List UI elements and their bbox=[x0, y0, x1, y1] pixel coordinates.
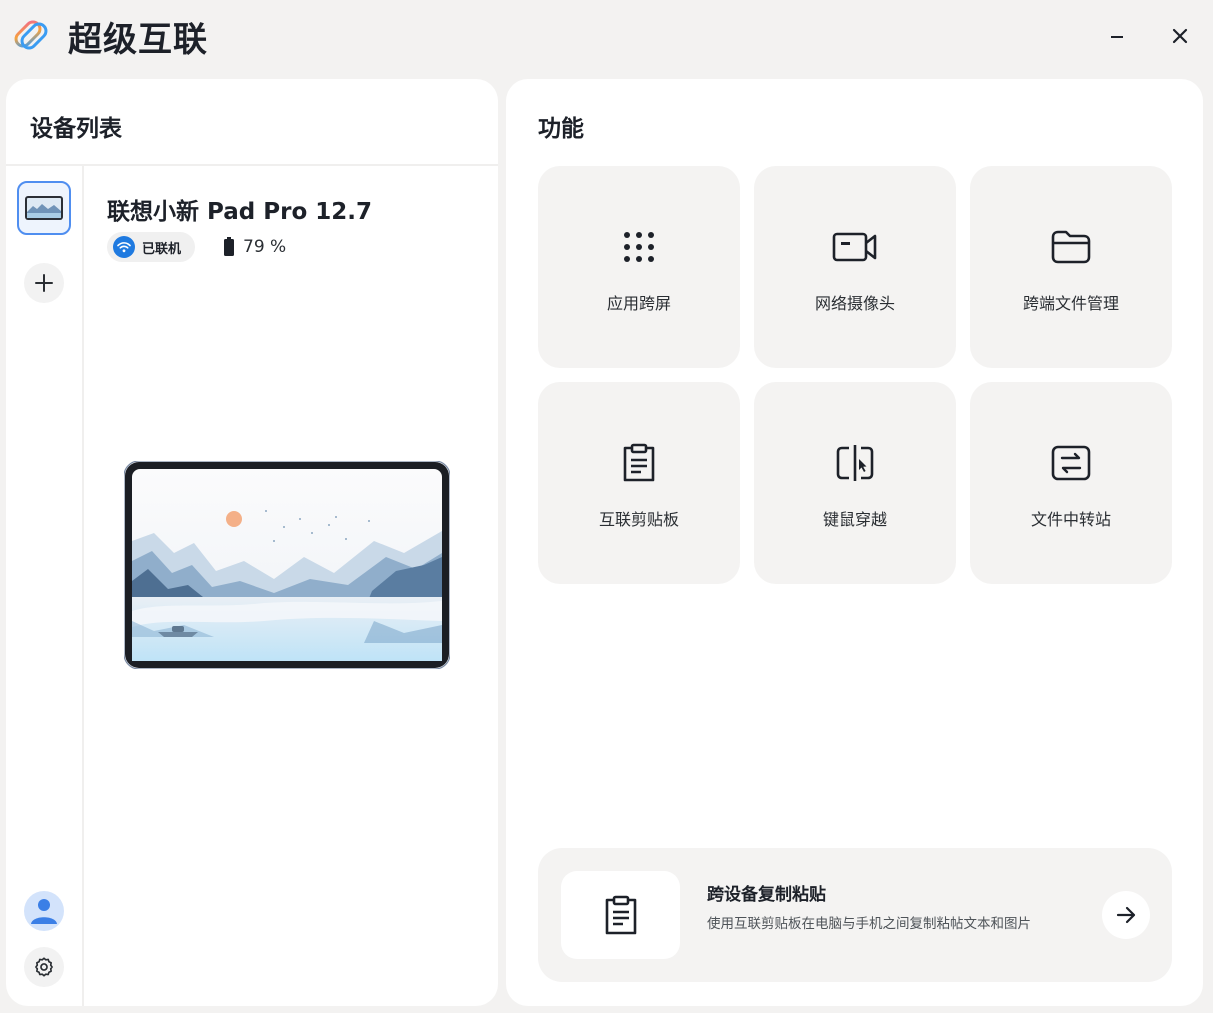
cross-device-copy-paste-card[interactable]: 跨设备复制粘贴 使用互联剪贴板在电脑与手机之间复制粘帖文本和图片 bbox=[538, 848, 1172, 982]
arrow-right-icon bbox=[1116, 906, 1136, 924]
folder-icon bbox=[1051, 230, 1091, 264]
divider bbox=[6, 164, 498, 166]
feature-label: 文件中转站 bbox=[1030, 510, 1111, 529]
device-list-title: 设备列表 bbox=[30, 116, 122, 142]
feature-cross-file-manager[interactable]: 跨端文件管理 bbox=[970, 166, 1172, 368]
device-list-panel: 设备列表 联想小新 Pad Pro 12.7 已联机 79 % bbox=[6, 79, 498, 1006]
feature-panel-title: 功能 bbox=[538, 116, 584, 142]
promo-description: 使用互联剪贴板在电脑与手机之间复制粘帖文本和图片 bbox=[707, 916, 1031, 932]
promo-open-button[interactable] bbox=[1102, 891, 1150, 939]
app-title: 超级互联 bbox=[68, 20, 208, 60]
battery-status: 79 % bbox=[223, 237, 286, 257]
settings-button[interactable] bbox=[24, 947, 64, 987]
feature-shared-clipboard[interactable]: 互联剪贴板 bbox=[538, 382, 740, 584]
battery-level: 79 % bbox=[243, 237, 287, 257]
wifi-icon bbox=[113, 236, 135, 258]
camera-icon bbox=[832, 232, 877, 262]
feature-network-camera[interactable]: 网络摄像头 bbox=[754, 166, 956, 368]
promo-title: 跨设备复制粘贴 bbox=[707, 885, 826, 905]
minimize-icon bbox=[1111, 36, 1123, 38]
feature-app-cross-screen[interactable]: 应用跨屏 bbox=[538, 166, 740, 368]
clipboard-icon bbox=[623, 443, 655, 482]
close-icon bbox=[1172, 28, 1188, 44]
file-transfer-icon bbox=[1051, 445, 1091, 481]
tablet-preview-image bbox=[123, 460, 451, 670]
feature-label: 跨端文件管理 bbox=[1022, 294, 1119, 313]
divider bbox=[82, 165, 84, 1006]
tablet-thumbnail-icon bbox=[25, 196, 63, 220]
feature-label: 互联剪贴板 bbox=[598, 510, 679, 529]
feature-label: 应用跨屏 bbox=[606, 294, 671, 313]
feature-panel: 功能 应用跨屏 网络摄像头 跨端文件管理 互联剪贴板 键鼠穿越 文件中转站 跨设… bbox=[506, 79, 1203, 1006]
feature-file-transfer-station[interactable]: 文件中转站 bbox=[970, 382, 1172, 584]
plus-icon bbox=[35, 274, 53, 292]
user-avatar-button[interactable] bbox=[24, 891, 64, 931]
feature-keyboard-mouse-cross[interactable]: 键鼠穿越 bbox=[754, 382, 956, 584]
promo-icon-box bbox=[561, 871, 680, 959]
device-name: 联想小新 Pad Pro 12.7 bbox=[107, 199, 372, 225]
minimize-button[interactable] bbox=[1103, 22, 1131, 50]
feature-label: 键鼠穿越 bbox=[822, 510, 887, 529]
add-device-button[interactable] bbox=[24, 263, 64, 303]
battery-icon bbox=[224, 237, 234, 256]
app-grid-icon bbox=[624, 232, 654, 262]
device-thumbnail-tab[interactable] bbox=[17, 181, 71, 235]
keyboard-mouse-cross-icon bbox=[836, 445, 874, 481]
user-avatar-icon bbox=[31, 899, 57, 924]
gear-icon bbox=[35, 957, 53, 977]
feature-label: 网络摄像头 bbox=[814, 294, 895, 313]
super-connect-logo-icon bbox=[14, 16, 48, 54]
connection-status-label: 已联机 bbox=[142, 241, 182, 257]
connection-status-badge: 已联机 bbox=[107, 232, 196, 262]
clipboard-icon bbox=[605, 895, 636, 935]
title-bar: 超级互联 bbox=[0, 0, 1213, 72]
close-button[interactable] bbox=[1166, 22, 1194, 50]
